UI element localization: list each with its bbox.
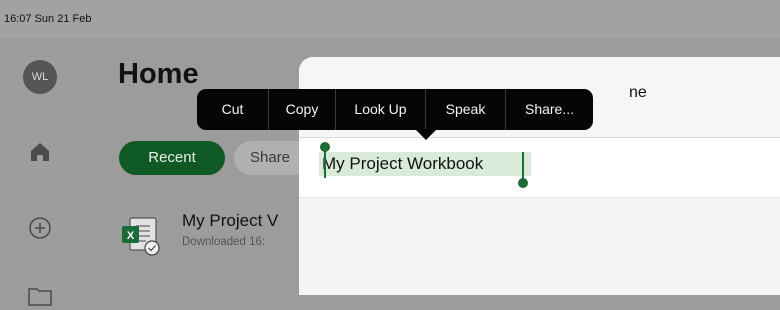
menu-item-copy[interactable]: Copy — [269, 89, 335, 130]
edit-context-menu: Cut Copy Look Up Speak Share... — [197, 89, 593, 130]
workbook-name-field[interactable] — [319, 152, 531, 180]
sheet-title: ne — [629, 84, 647, 101]
menu-pointer — [415, 129, 437, 140]
recent-file-meta: Downloaded 16: — [182, 236, 266, 248]
status-time: 16:07 Sun 21 Feb — [4, 13, 92, 25]
menu-item-look-up[interactable]: Look Up — [336, 89, 425, 130]
avatar[interactable]: WL — [23, 60, 57, 94]
add-icon[interactable] — [26, 214, 54, 242]
menu-item-cut[interactable]: Cut — [197, 89, 268, 130]
selection-end-handle[interactable] — [518, 152, 528, 188]
page-title: Home — [118, 58, 199, 90]
folder-icon[interactable] — [26, 282, 54, 310]
sidebar: WL — [0, 38, 97, 306]
menu-item-share[interactable]: Share... — [506, 89, 593, 130]
svg-text:X: X — [127, 230, 135, 242]
excel-file-icon: X — [120, 214, 164, 258]
recent-file-name[interactable]: My Project V — [182, 211, 278, 231]
workbook-name-input[interactable] — [319, 152, 531, 176]
menu-item-speak[interactable]: Speak — [426, 89, 505, 130]
status-bar: 16:07 Sun 21 Feb — [0, 0, 780, 38]
sheet-body — [299, 197, 780, 295]
home-icon[interactable] — [26, 138, 54, 166]
selection-start-handle[interactable] — [320, 142, 330, 178]
tab-recent[interactable]: Recent — [119, 141, 225, 175]
